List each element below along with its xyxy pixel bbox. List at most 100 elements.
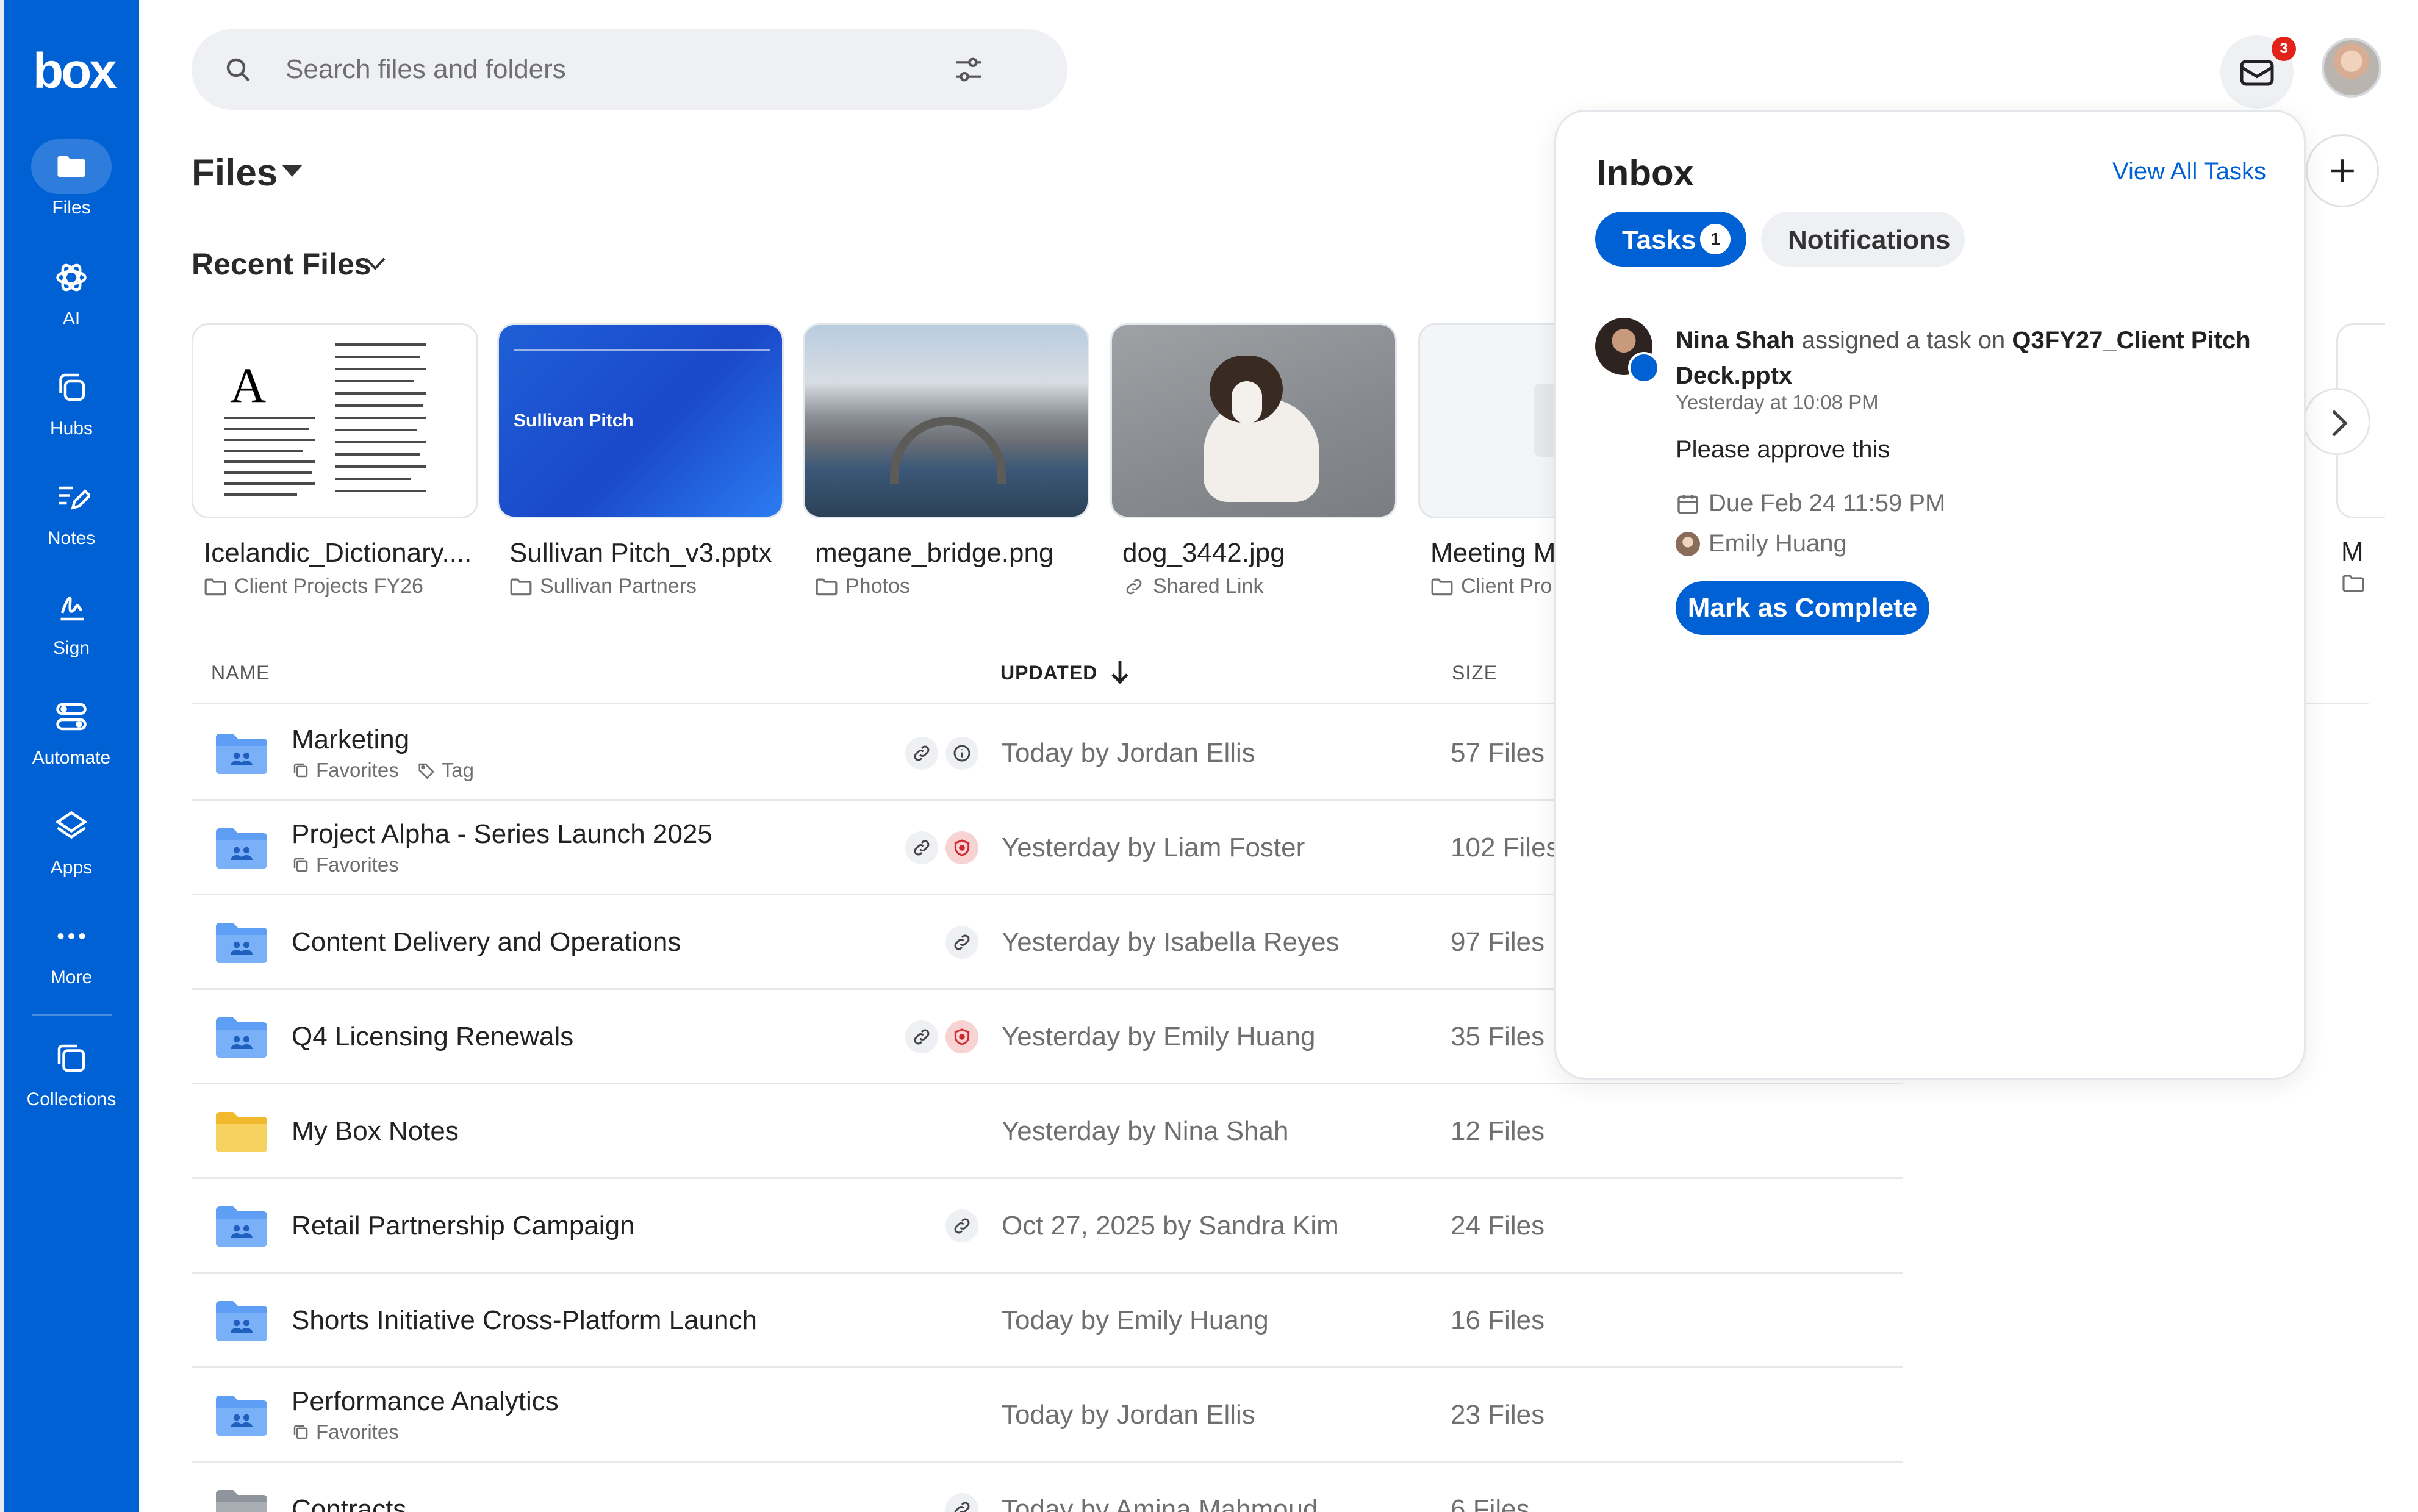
link-icon xyxy=(954,1218,970,1234)
row-updated: Yesterday by Isabella Reyes xyxy=(1002,927,1340,957)
tag-label[interactable]: Favorites xyxy=(316,759,399,782)
row-size: 16 Files xyxy=(1451,1305,1545,1335)
shared-link-badge[interactable] xyxy=(905,737,938,770)
row-updated: Today by Emily Huang xyxy=(1002,1305,1269,1335)
search-input[interactable] xyxy=(285,48,956,91)
folder-outline-icon xyxy=(2342,575,2364,592)
folder-outline-icon xyxy=(1431,578,1453,595)
task-action: assigned a task on xyxy=(1801,327,2006,354)
sidebar-item-label: AI xyxy=(62,309,81,329)
shared-link-badge[interactable] xyxy=(945,926,978,959)
sidebar-item-notes[interactable]: Notes xyxy=(4,470,139,549)
table-row[interactable]: Contracts Today by Amina Mahmoud 6 Files xyxy=(192,1463,1903,1512)
row-name[interactable]: Content Delivery and Operations xyxy=(292,927,681,958)
row-name[interactable]: Retail Partnership Campaign xyxy=(292,1211,635,1241)
classification-badge[interactable] xyxy=(945,831,978,864)
sort-descending-icon[interactable] xyxy=(1109,659,1131,686)
row-name[interactable]: Shorts Initiative Cross-Platform Launch xyxy=(292,1305,757,1336)
shared-folder-icon xyxy=(216,923,267,963)
file-name[interactable]: megane_bridge.png xyxy=(815,538,1089,568)
recent-file-card[interactable]: Meeting Mi Client Pro xyxy=(1418,323,1554,598)
box-logo[interactable]: box xyxy=(33,43,117,100)
column-header-updated[interactable]: UPDATED xyxy=(1000,662,1097,684)
sidebar-item-apps[interactable]: Apps xyxy=(4,799,139,878)
row-updated: Yesterday by Nina Shah xyxy=(1002,1116,1289,1146)
task-actor: Nina Shah xyxy=(1676,327,1795,354)
plus-icon xyxy=(2331,159,2354,182)
favorites-icon xyxy=(293,1425,308,1439)
sidebar-item-automate[interactable]: Automate xyxy=(4,689,139,769)
file-name[interactable]: Icelandic_Dictionary.... xyxy=(204,538,478,568)
sidebar-item-ai[interactable]: AI xyxy=(4,250,139,329)
sidebar-item-files[interactable]: Files xyxy=(4,139,139,218)
column-header-size[interactable]: SIZE xyxy=(1452,662,1498,684)
file-thumbnail xyxy=(803,323,1089,518)
row-name[interactable]: Performance Analytics xyxy=(292,1386,559,1417)
recent-file-card[interactable]: Sullivan Pitch Sullivan Pitch_v3.pptx Su… xyxy=(497,323,784,598)
file-location[interactable]: Shared Link xyxy=(1122,575,1397,598)
tab-notifications[interactable]: Notifications xyxy=(1761,212,1965,267)
filter-icon[interactable] xyxy=(952,52,986,87)
table-row[interactable]: Shorts Initiative Cross-Platform Launch … xyxy=(192,1274,1903,1368)
file-name[interactable]: Sullivan Pitch_v3.pptx xyxy=(509,538,784,568)
link-icon xyxy=(914,1029,930,1045)
row-name[interactable]: My Box Notes xyxy=(292,1116,459,1147)
sidebar: box Files AI Hubs Notes Sign Automate Ap… xyxy=(0,0,139,1512)
table-row[interactable]: Performance Analytics Favorites Today by… xyxy=(192,1368,1903,1463)
file-name-partial[interactable]: M xyxy=(2341,537,2364,567)
recent-file-card[interactable]: A Icelandic_Dictionary.... Client Projec… xyxy=(192,323,478,598)
file-location[interactable]: Client Projects FY26 xyxy=(204,575,478,598)
sidebar-item-sign[interactable]: Sign xyxy=(4,579,139,659)
task-timestamp: Yesterday at 10:08 PM xyxy=(1676,391,1879,414)
tab-tasks[interactable]: Tasks 1 xyxy=(1595,212,1746,267)
column-header-name[interactable]: NAME xyxy=(211,662,270,684)
sidebar-item-more[interactable]: More xyxy=(4,909,139,988)
task-summary[interactable]: Nina Shah assigned a task on Q3FY27_Clie… xyxy=(1676,323,2273,393)
file-location[interactable]: Sullivan Partners xyxy=(509,575,784,598)
sign-icon xyxy=(60,596,84,621)
file-thumbnail: Sullivan Pitch xyxy=(497,323,784,518)
shared-link-badge[interactable] xyxy=(945,1493,978,1512)
row-name[interactable]: Q4 Licensing Renewals xyxy=(292,1022,573,1052)
file-location-label: Photos xyxy=(845,575,910,598)
file-name[interactable]: dog_3442.jpg xyxy=(1122,538,1397,568)
hubs-icon xyxy=(59,373,85,401)
row-name[interactable]: Marketing xyxy=(292,725,409,755)
view-all-tasks-link[interactable]: View All Tasks xyxy=(2112,158,2266,185)
new-item-button[interactable] xyxy=(2306,134,2379,207)
file-name[interactable]: Meeting Mi xyxy=(1430,538,1554,568)
tag-label[interactable]: Favorites xyxy=(316,853,399,876)
recent-files-title[interactable]: Recent Files xyxy=(192,246,371,282)
shared-link-badge[interactable] xyxy=(905,831,938,864)
table-row[interactable]: Retail Partnership Campaign Oct 27, 2025… xyxy=(192,1179,1903,1274)
tag-label[interactable]: Tag xyxy=(442,759,474,782)
recent-file-card[interactable]: dog_3442.jpg Shared Link xyxy=(1110,323,1397,598)
row-updated: Today by Jordan Ellis xyxy=(1002,738,1255,768)
carousel-next-button[interactable] xyxy=(2303,388,2370,455)
recent-file-card[interactable]: megane_bridge.png Photos xyxy=(803,323,1089,598)
shared-link-badge[interactable] xyxy=(945,1209,978,1242)
tag-label[interactable]: Favorites xyxy=(316,1421,399,1444)
classification-badge[interactable] xyxy=(945,1020,978,1053)
inbox-title: Inbox xyxy=(1596,152,1694,193)
row-size: 6 Files xyxy=(1451,1494,1530,1512)
file-location[interactable]: Client Pro xyxy=(1430,575,1554,598)
sidebar-item-collections[interactable]: Collections xyxy=(4,1031,139,1110)
row-size: 24 Files xyxy=(1451,1211,1545,1241)
mark-complete-button[interactable]: Mark as Complete xyxy=(1676,581,1929,635)
table-row[interactable]: My Box Notes Yesterday by Nina Shah 12 F… xyxy=(192,1084,1903,1179)
task-assignee: Emily Huang xyxy=(1676,530,1847,557)
tasks-count-badge: 1 xyxy=(1700,224,1731,254)
file-location-label: Shared Link xyxy=(1153,575,1264,598)
search-bar[interactable] xyxy=(192,29,1067,110)
row-name[interactable]: Project Alpha - Series Launch 2025 xyxy=(292,819,712,850)
favorites-icon xyxy=(293,763,308,778)
shared-link-badge[interactable] xyxy=(905,1020,938,1053)
user-avatar[interactable] xyxy=(2322,38,2381,98)
caret-down-icon[interactable] xyxy=(282,165,303,177)
file-location[interactable]: Photos xyxy=(815,575,1089,598)
sidebar-item-hubs[interactable]: Hubs xyxy=(4,360,139,439)
row-name[interactable]: Contracts xyxy=(292,1494,406,1512)
info-badge[interactable] xyxy=(945,737,978,770)
chevron-down-icon[interactable] xyxy=(365,256,386,271)
